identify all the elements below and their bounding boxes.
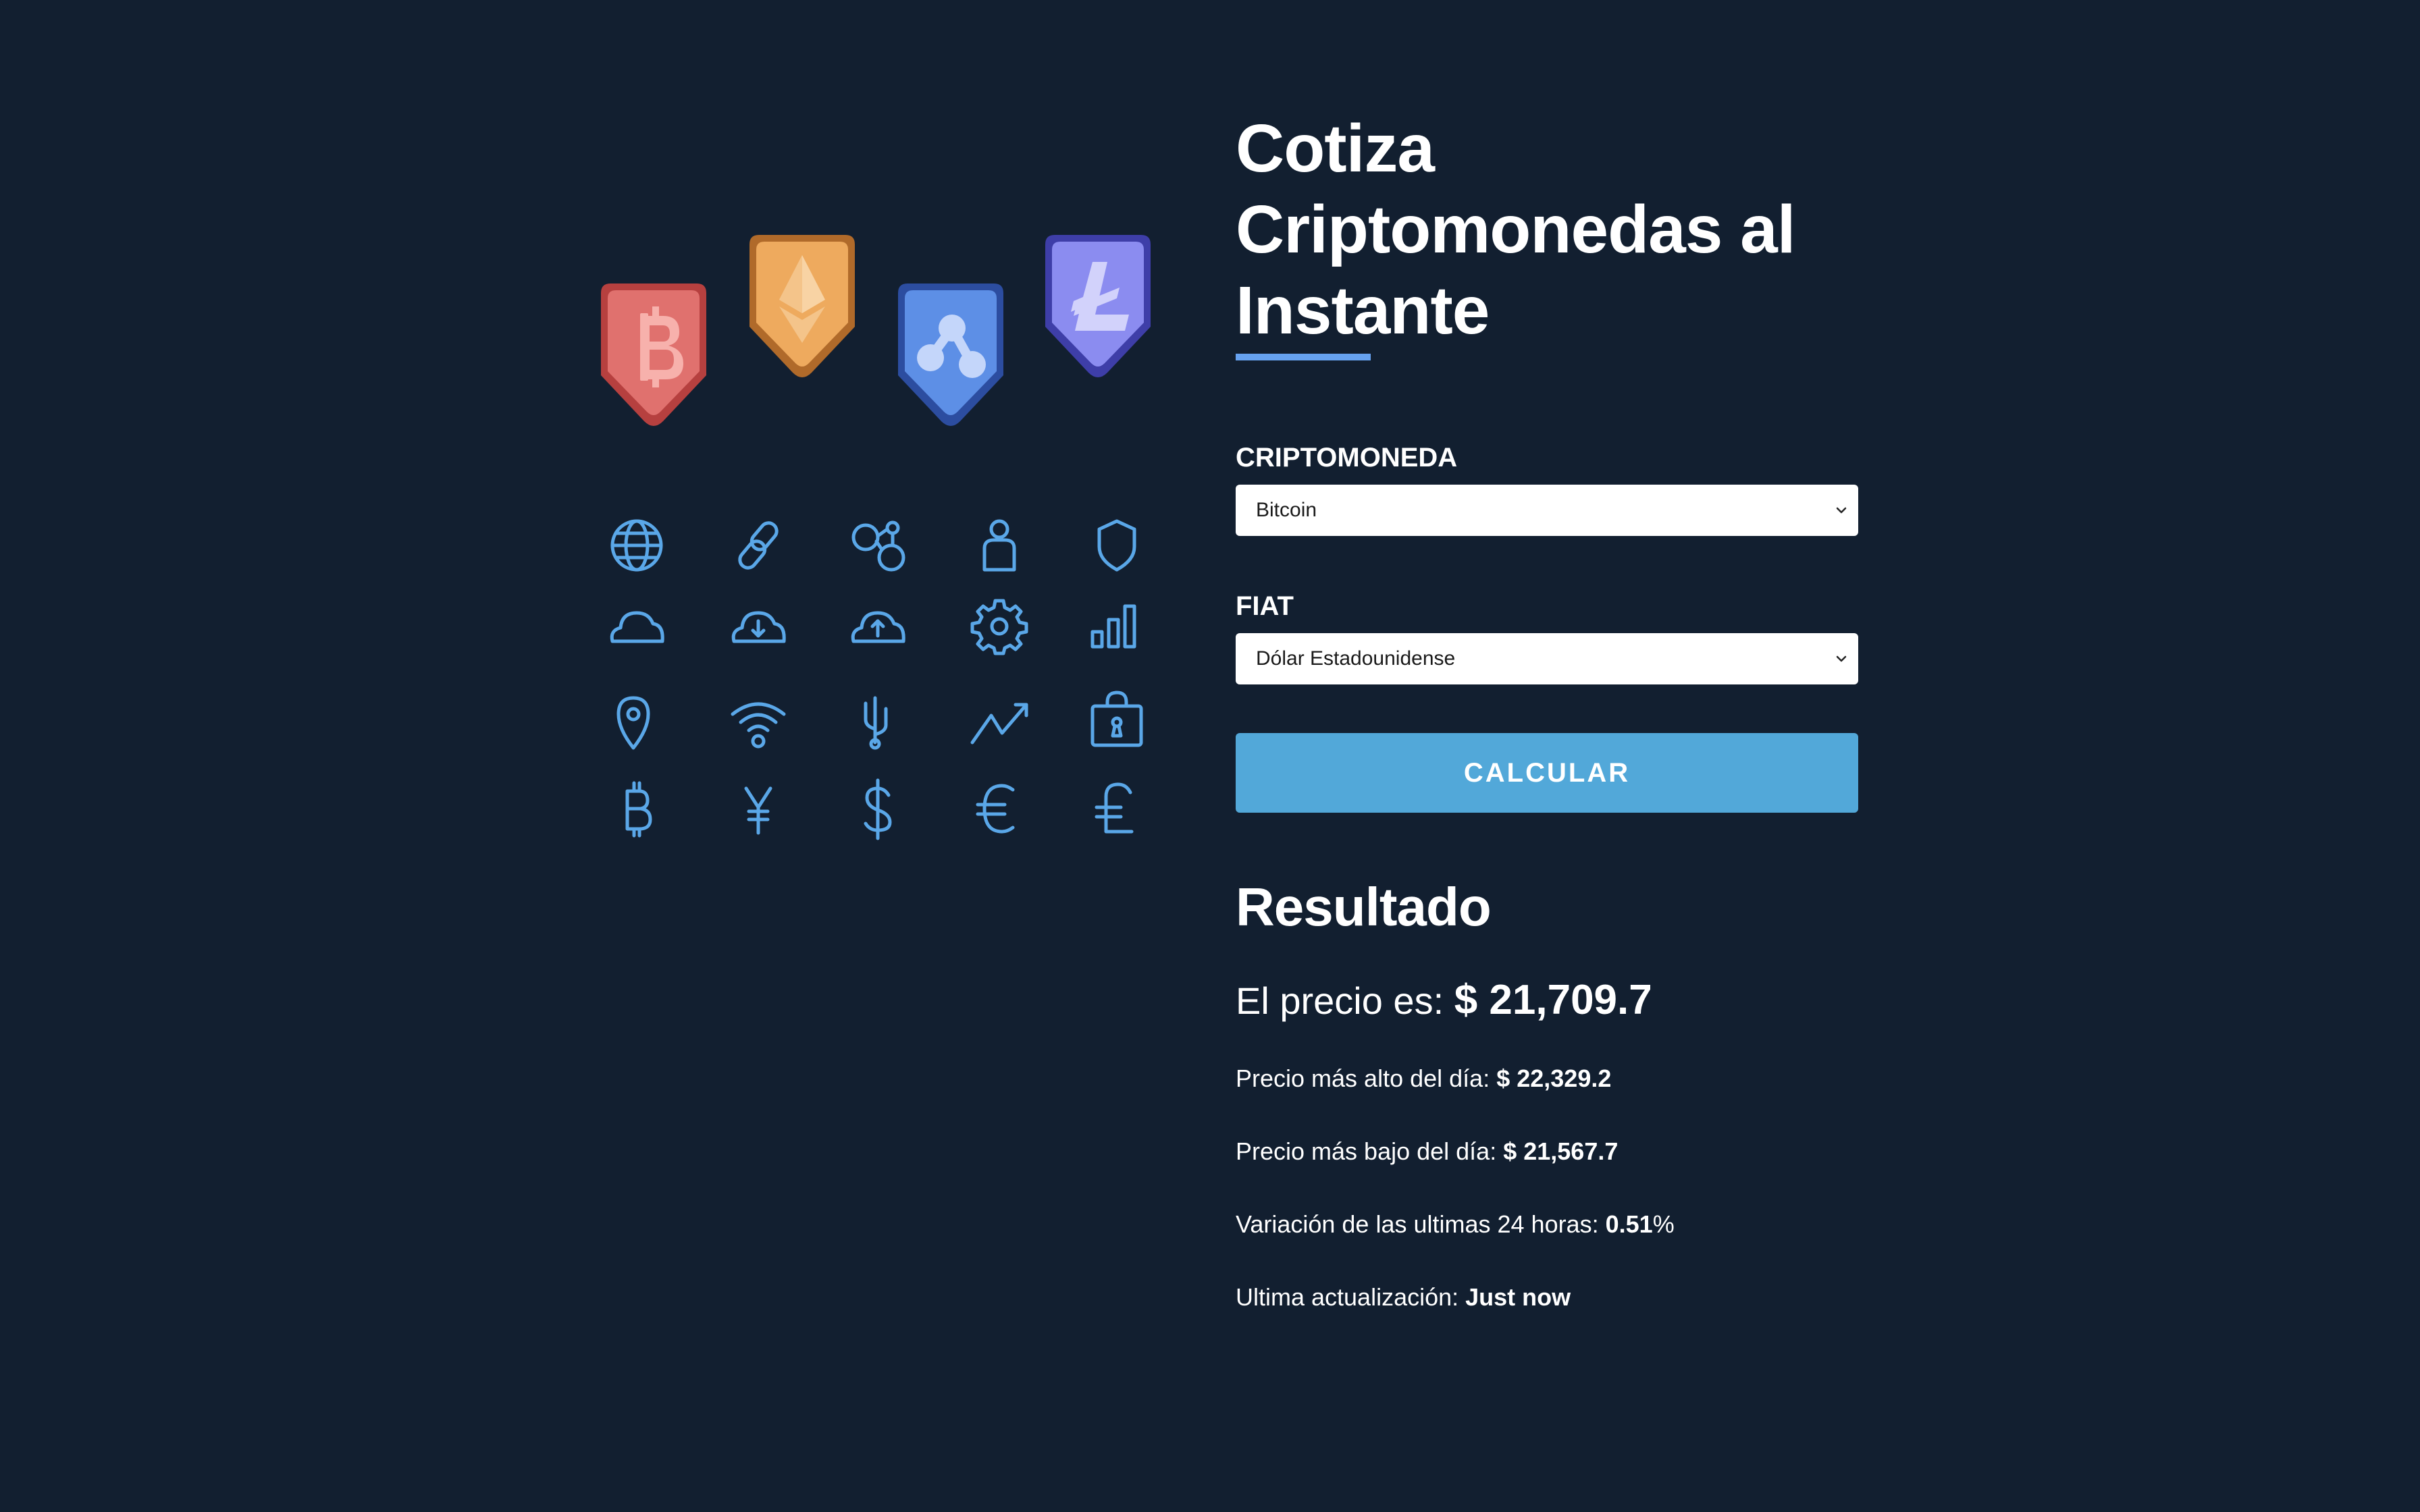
price-value: $ 21,709.7 <box>1454 977 1652 1023</box>
low-price-label: Precio más bajo del día: <box>1236 1137 1504 1165</box>
low-price-value: $ 21,567.7 <box>1503 1137 1619 1165</box>
chevron-down-icon <box>1836 507 1847 514</box>
change-suffix: % <box>1652 1210 1675 1238</box>
price-label: El precio es: <box>1236 979 1454 1022</box>
change-label: Variación de las ultimas 24 horas: <box>1236 1210 1606 1238</box>
price-line: El precio es: $ 21,709.7 <box>1236 977 1858 1024</box>
fiat-label: FIAT <box>1236 591 1294 621</box>
nodes-icon <box>851 520 905 572</box>
map-pin-icon <box>616 696 650 750</box>
wifi-icon <box>731 702 786 749</box>
result-section: Resultado El precio es: $ 21,709.7 Preci… <box>1236 875 1858 1316</box>
ripple-badge <box>898 284 1003 426</box>
pound-icon <box>1095 782 1134 834</box>
litecoin-badge <box>1045 235 1151 377</box>
cloud-icon <box>610 611 664 643</box>
dollar-icon <box>864 778 892 840</box>
page: Cotiza Criptomonedas al Instante CRIPTOM… <box>0 0 2420 1512</box>
title-line-1: Cotiza <box>1236 111 1435 186</box>
fiat-select[interactable]: Dólar Estadounidense <box>1236 633 1858 684</box>
trend-up-icon <box>970 703 1028 745</box>
globe-icon <box>610 519 663 572</box>
quote-form: CRIPTOMONEDA Bitcoin FIAT Dólar Estadoun… <box>1236 441 1858 813</box>
user-icon <box>982 519 1016 572</box>
change-line: Variación de las ultimas 24 horas: 0.51% <box>1236 1206 1858 1243</box>
change-value: 0.51 <box>1605 1210 1653 1238</box>
title-underline <box>1236 354 1371 360</box>
gear-icon <box>970 599 1028 655</box>
bitcoin-badge <box>601 284 706 426</box>
calculate-button[interactable]: CALCULAR <box>1236 733 1858 813</box>
updated-value: Just now <box>1465 1283 1571 1311</box>
high-price-label: Precio más alto del día: <box>1236 1064 1497 1092</box>
fiat-select-value: Dólar Estadounidense <box>1256 647 1456 670</box>
cloud-upload-icon <box>851 611 905 643</box>
bar-chart-icon <box>1090 604 1136 649</box>
chevron-down-icon <box>1836 655 1847 662</box>
result-title: Resultado <box>1236 877 1492 937</box>
cloud-download-icon <box>731 611 786 643</box>
crypto-select[interactable]: Bitcoin <box>1236 485 1858 536</box>
crypto-select-value: Bitcoin <box>1256 499 1317 521</box>
quote-panel: Cotiza Criptomonedas al Instante CRIPTOM… <box>1236 108 1858 1316</box>
updated-label: Ultima actualización: <box>1236 1283 1466 1311</box>
lock-icon <box>1090 691 1143 747</box>
title-line-3: Instante <box>1236 273 1490 348</box>
low-price-line: Precio más bajo del día: $ 21,567.7 <box>1236 1133 1858 1170</box>
shield-icon <box>1097 519 1136 572</box>
yen-icon <box>744 786 772 835</box>
bitcoin-icon <box>625 781 652 838</box>
crypto-label: CRIPTOMONEDA <box>1236 443 1458 473</box>
page-title: Cotiza Criptomonedas al Instante <box>1236 108 1858 351</box>
updated-line: Ultima actualización: Just now <box>1236 1279 1858 1316</box>
usb-icon <box>864 696 888 750</box>
ethereum-badge <box>749 235 855 377</box>
high-price-value: $ 22,329.2 <box>1496 1064 1612 1092</box>
title-line-2: Criptomonedas al <box>1236 192 1796 267</box>
euro-icon <box>976 784 1015 834</box>
link-icon <box>738 521 779 570</box>
high-price-line: Precio más alto del día: $ 22,329.2 <box>1236 1060 1858 1097</box>
crypto-illustration <box>594 223 1161 871</box>
